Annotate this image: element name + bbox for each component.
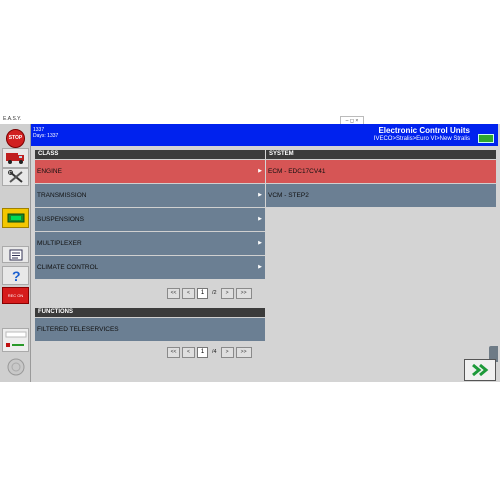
prev-page-button[interactable]: < — [182, 287, 195, 299]
class-item-engine[interactable]: ENGINE ▶ — [35, 159, 265, 183]
page-total: /4 — [212, 349, 217, 355]
prev-page-button[interactable]: < — [182, 346, 195, 358]
ecu-icon — [7, 213, 24, 223]
vehicle-button[interactable] — [2, 148, 29, 168]
report-icon — [9, 249, 22, 260]
class-item-multiplexer[interactable]: MULTIPLEXER ▶ — [35, 231, 265, 255]
ecu-button[interactable] — [2, 208, 29, 228]
functions-panel-title: FUNCTIONS — [35, 308, 265, 317]
class-panel-title: CLASS — [35, 150, 265, 159]
chevron-right-icon: ▶ — [258, 240, 262, 246]
stop-button[interactable]: STOP — [2, 128, 29, 148]
next-step-button[interactable] — [464, 359, 496, 381]
brand-logo — [2, 356, 29, 378]
help-button[interactable]: ? — [2, 266, 29, 285]
tools-button[interactable] — [2, 168, 29, 186]
window-title: E.A.S.Y. — [3, 116, 22, 122]
class-item-transmission[interactable]: TRANSMISSION ▶ — [35, 183, 265, 207]
next-page-button[interactable]: > — [220, 287, 234, 299]
system-item-label: VCM - STEP2 — [268, 192, 309, 199]
chevron-right-icon: ▶ — [258, 264, 262, 270]
page-title: Electronic Control Units — [378, 126, 470, 135]
functions-pager: << < 1 /4 > >> — [167, 346, 252, 358]
function-item-filtered-teleservices[interactable]: FILTERED TELESERVICES — [35, 317, 265, 341]
class-item-label: CLIMATE CONTROL — [37, 264, 99, 271]
tools-icon — [7, 170, 23, 183]
chevron-right-icon: ▶ — [258, 168, 262, 174]
page-total: /2 — [212, 290, 217, 296]
class-item-label: ENGINE — [37, 168, 62, 175]
record-button[interactable]: REC ON — [2, 287, 29, 304]
page-number-field[interactable]: 1 — [197, 346, 208, 358]
system-item-vcm[interactable]: VCM - STEP2 — [266, 183, 496, 207]
truck-icon — [5, 153, 24, 164]
double-chevron-right-icon — [472, 363, 489, 377]
next-page-button[interactable]: > — [220, 346, 234, 358]
connection-indicator — [478, 134, 494, 143]
left-toolbar: STOP ? REC ON — [0, 124, 31, 382]
header-info-line2: Days: 1337 — [33, 133, 59, 139]
class-item-label: MULTIPLEXER — [37, 240, 82, 247]
functions-panel: FUNCTIONS FILTERED TELESERVICES — [35, 308, 265, 344]
function-item-label: FILTERED TELESERVICES — [37, 326, 119, 333]
class-item-suspensions[interactable]: SUSPENSIONS ▶ — [35, 207, 265, 231]
app-window: STOP ? REC ON 1337 Days: 1337 Electronic… — [0, 124, 500, 382]
brand-logo-icon — [7, 358, 24, 376]
vci-status-icon — [5, 331, 26, 347]
class-item-label: TRANSMISSION — [37, 192, 87, 199]
stop-icon: STOP — [6, 128, 25, 148]
last-page-button[interactable]: >> — [235, 346, 252, 358]
system-item-label: ECM - EDC17CV41 — [268, 168, 326, 175]
system-panel: SYSTEM ECM - EDC17CV41 VCM - STEP2 — [266, 150, 496, 210]
header-info: 1337 Days: 1337 — [33, 127, 58, 139]
page-number-field[interactable]: 1 — [197, 287, 208, 299]
help-icon: ? — [12, 268, 21, 284]
class-pager: << < 1 /2 > >> — [167, 287, 252, 299]
system-panel-title: SYSTEM — [266, 150, 496, 159]
chevron-right-icon: ▶ — [258, 192, 262, 198]
class-item-label: SUSPENSIONS — [37, 216, 84, 223]
header-bar: 1337 Days: 1337 Electronic Control Units… — [31, 124, 498, 146]
class-item-climate-control[interactable]: CLIMATE CONTROL ▶ — [35, 255, 265, 279]
report-button[interactable] — [2, 246, 29, 263]
first-page-button[interactable]: << — [167, 346, 180, 358]
svg-text:?: ? — [12, 268, 21, 284]
first-page-button[interactable]: << — [167, 287, 180, 299]
vci-status-panel — [2, 328, 29, 352]
breadcrumb: IVECO>Stralis>Euro VI>New Stralis — [373, 136, 470, 142]
last-page-button[interactable]: >> — [235, 287, 252, 299]
chevron-right-icon: ▶ — [258, 216, 262, 222]
system-item-ecm[interactable]: ECM - EDC17CV41 — [266, 159, 496, 183]
class-panel: CLASS ENGINE ▶ TRANSMISSION ▶ SUSPENSION… — [35, 150, 265, 286]
